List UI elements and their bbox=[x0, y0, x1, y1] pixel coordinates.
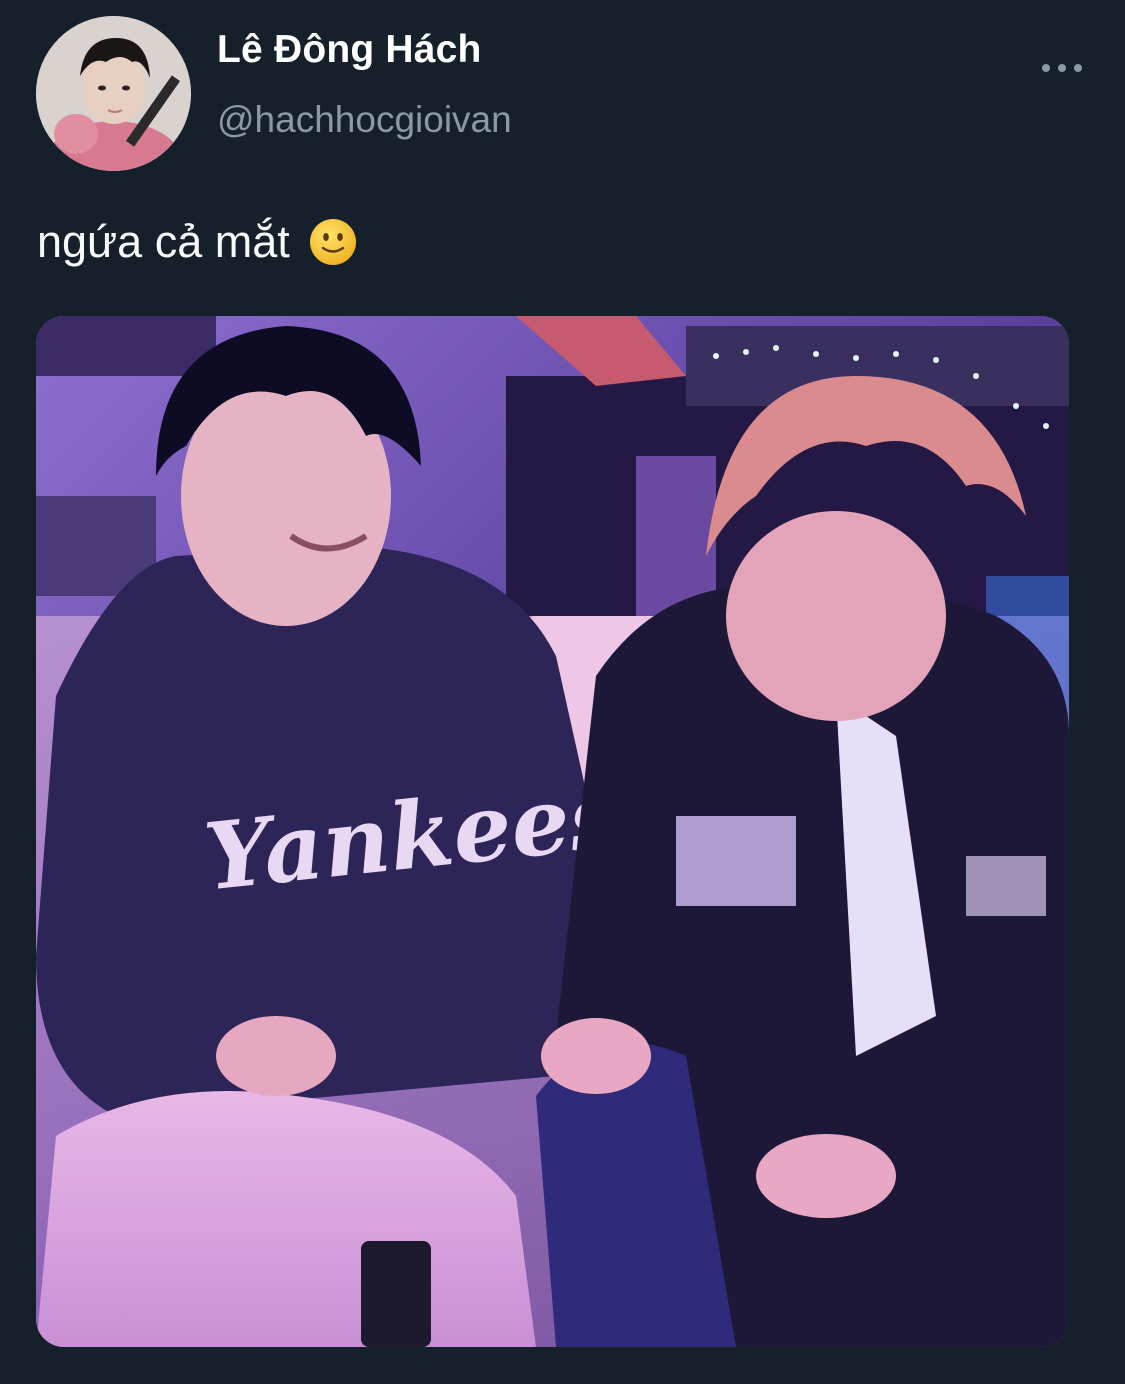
tweet-text-content: ngứa cả mắt bbox=[37, 216, 290, 267]
author-handle[interactable]: @hachhocgioivan bbox=[217, 99, 512, 141]
slightly-smiling-face-icon bbox=[308, 217, 358, 267]
photo-illustration: Yankees bbox=[36, 316, 1069, 1347]
tweet-text: ngứa cả mắt bbox=[37, 210, 358, 274]
avatar-image bbox=[36, 16, 191, 171]
tweet-photo[interactable]: Yankees bbox=[36, 316, 1069, 1347]
tweet: Lê Đông Hách @hachhocgioivan ngứa cả mắt bbox=[0, 0, 1125, 1384]
ellipsis-horizontal-icon bbox=[1042, 64, 1082, 72]
more-options-button[interactable] bbox=[1038, 55, 1086, 81]
author-avatar[interactable] bbox=[36, 16, 191, 171]
author-display-name[interactable]: Lê Đông Hách bbox=[217, 28, 482, 72]
